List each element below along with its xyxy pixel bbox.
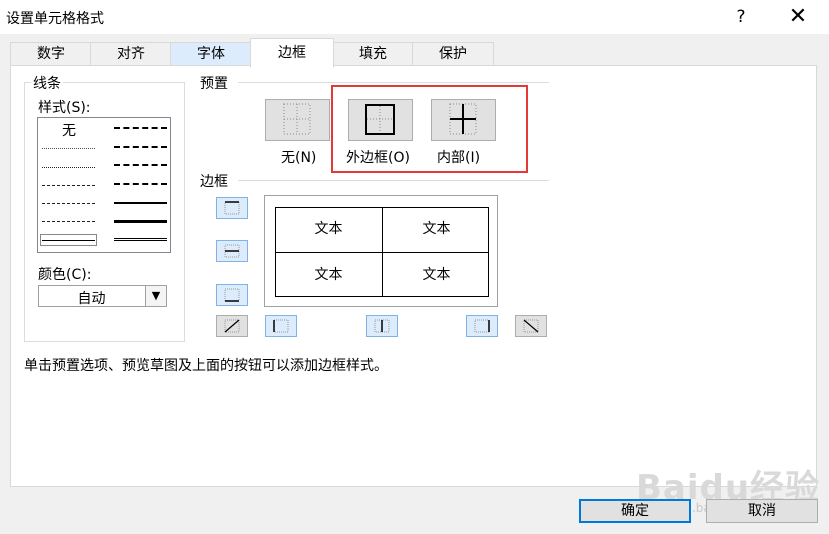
line-style-medium-dash-dot-dot[interactable] <box>114 127 167 129</box>
line-style-list: 无 <box>37 117 171 253</box>
close-button[interactable]: ✕ <box>778 2 818 32</box>
border-title: 边框 <box>200 174 228 190</box>
line-style-hair[interactable] <box>42 148 95 149</box>
color-select[interactable]: 自动 ▼ <box>38 285 167 307</box>
tab-border[interactable]: 边框 <box>250 38 334 68</box>
line-style-thick[interactable] <box>114 220 167 223</box>
border-none-icon <box>283 103 311 135</box>
cancel-button[interactable]: 取消 <box>706 499 818 523</box>
border-top-button[interactable] <box>216 197 248 219</box>
preview-cell: 文本 <box>422 267 451 283</box>
line-style-medium-dashed[interactable] <box>114 183 167 185</box>
style-none-option[interactable]: 无 <box>62 120 76 140</box>
color-label: 颜色(C): <box>38 267 92 283</box>
line-style-dotted[interactable] <box>42 167 95 168</box>
border-inside-horizontal-button[interactable] <box>216 240 248 262</box>
preview-cell: 文本 <box>422 221 451 237</box>
line-style-dashed[interactable] <box>42 221 95 222</box>
tab-font[interactable]: 字体 <box>170 42 252 65</box>
border-left-button[interactable] <box>265 315 297 337</box>
border-inside-vertical-button[interactable] <box>366 315 398 337</box>
line-style-medium-dash-dot[interactable] <box>114 164 167 166</box>
presets-divider <box>238 82 549 83</box>
line-style-double[interactable] <box>114 238 167 241</box>
line-style-thin-selected[interactable] <box>40 234 97 246</box>
line-style-slant-dash-dot[interactable] <box>114 146 167 148</box>
line-style-medium[interactable] <box>114 202 167 204</box>
tab-protection[interactable]: 保护 <box>412 42 494 65</box>
tab-number[interactable]: 数字 <box>10 42 92 65</box>
border-diagonal-up-icon <box>224 319 240 333</box>
preset-none-button[interactable] <box>265 99 330 141</box>
border-bottom-button[interactable] <box>216 284 248 306</box>
border-inside-horizontal-icon <box>224 244 240 258</box>
chevron-down-icon[interactable]: ▼ <box>145 286 166 306</box>
border-bottom-icon <box>224 288 240 302</box>
hint-text: 单击预置选项、预览草图及上面的按钮可以添加边框样式。 <box>24 358 388 374</box>
preset-none-label: 无(N) <box>281 150 317 166</box>
help-button[interactable]: ? <box>724 2 758 32</box>
border-inside-vertical-icon <box>374 319 390 333</box>
line-group-title: 线条 <box>31 73 63 93</box>
preview-cell: 文本 <box>314 221 343 237</box>
border-diagonal-down-icon <box>523 319 539 333</box>
window-title: 设置单元格格式 <box>6 11 104 27</box>
line-thin-mark <box>42 240 95 241</box>
border-left-icon <box>273 319 289 333</box>
border-right-button[interactable] <box>466 315 498 337</box>
tab-fill[interactable]: 填充 <box>332 42 414 65</box>
border-diagonal-up-button[interactable] <box>216 315 248 337</box>
title-bar: 设置单元格格式 ? ✕ <box>0 0 829 34</box>
presets-title: 预置 <box>200 76 228 92</box>
line-style-dash-dot[interactable] <box>42 203 95 204</box>
border-right-icon <box>474 319 490 333</box>
border-diagonal-down-button[interactable] <box>515 315 547 337</box>
style-label: 样式(S): <box>38 100 91 116</box>
border-preview[interactable]: 文本 文本 文本 文本 <box>264 195 498 307</box>
color-select-value: 自动 <box>77 291 106 307</box>
tab-alignment[interactable]: 对齐 <box>90 42 172 65</box>
preview-cell: 文本 <box>314 267 343 283</box>
border-top-icon <box>224 201 240 215</box>
border-divider <box>238 180 549 181</box>
ok-button[interactable]: 确定 <box>579 499 691 523</box>
annotation-highlight-box <box>331 85 528 173</box>
line-style-dash-dot-dot[interactable] <box>42 185 95 186</box>
